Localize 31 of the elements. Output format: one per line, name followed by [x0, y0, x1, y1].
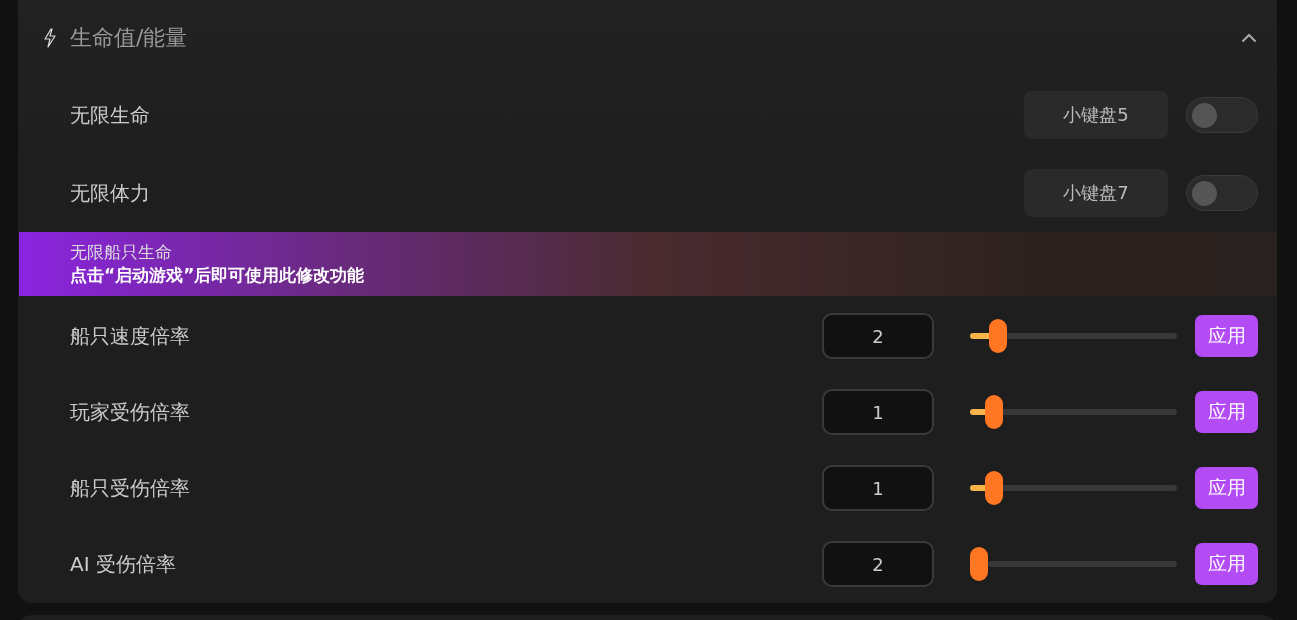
option-label: 无限船只生命 [70, 241, 172, 263]
slider[interactable] [970, 547, 1177, 581]
lightning-icon [44, 28, 56, 48]
section-title: 生命值/能量 [70, 24, 189, 52]
apply-button[interactable]: 应用 [1195, 543, 1258, 585]
value-input[interactable]: 2 [822, 313, 934, 359]
toggle-switch[interactable] [1186, 175, 1258, 211]
slider-thumb[interactable] [985, 471, 1004, 505]
collapse-chevron-icon[interactable] [1241, 33, 1257, 43]
apply-button[interactable]: 应用 [1195, 391, 1258, 433]
slider-thumb[interactable] [988, 319, 1007, 353]
value-input[interactable]: 1 [822, 465, 934, 511]
locked-message: 点击“启动游戏”后即可使用此修改功能 [70, 264, 365, 287]
hotkey-button[interactable]: 小键盘5 [1024, 91, 1168, 139]
option-label: 无限体力 [70, 179, 151, 207]
slider[interactable] [970, 395, 1177, 429]
option-label: 船只速度倍率 [70, 322, 191, 350]
option-label: 船只受伤倍率 [70, 474, 191, 502]
value-input[interactable]: 2 [822, 541, 934, 587]
hotkey-button[interactable]: 小键盘7 [1024, 169, 1168, 217]
slider[interactable] [970, 319, 1177, 353]
option-label: AI 受伤倍率 [70, 550, 177, 578]
slider[interactable] [970, 471, 1177, 505]
option-label: 无限生命 [70, 101, 151, 129]
slider-thumb[interactable] [985, 395, 1004, 429]
option-label: 玩家受伤倍率 [70, 398, 191, 426]
value-input[interactable]: 1 [822, 389, 934, 435]
apply-button[interactable]: 应用 [1195, 467, 1258, 509]
toggle-switch[interactable] [1186, 97, 1258, 133]
apply-button[interactable]: 应用 [1195, 315, 1258, 357]
slider-thumb[interactable] [970, 547, 988, 581]
